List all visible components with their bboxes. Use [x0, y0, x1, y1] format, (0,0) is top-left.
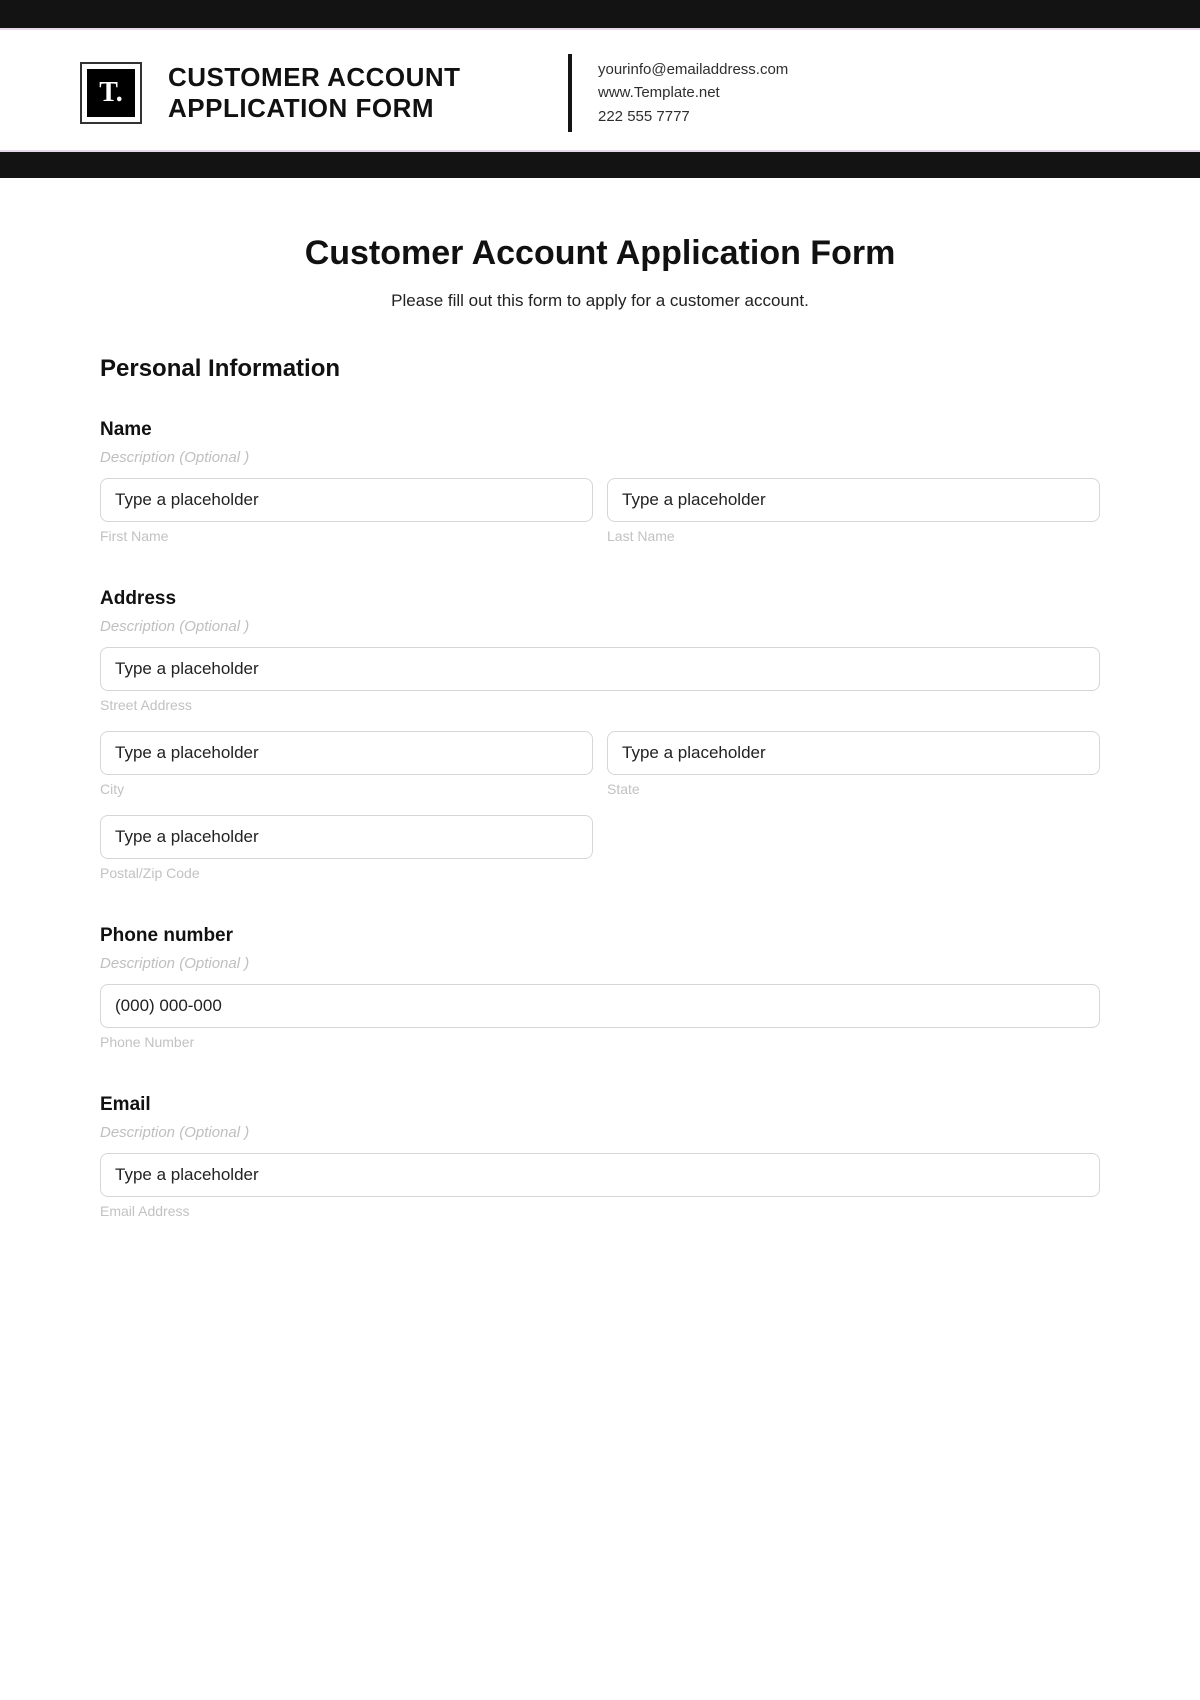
postal-code-input[interactable] — [100, 815, 593, 859]
top-black-bar — [0, 0, 1200, 28]
section-personal-information: Personal Information — [100, 355, 1100, 383]
phone-label: Phone number — [100, 925, 1100, 947]
city-sublabel: City — [100, 781, 593, 797]
field-name: Name Description (Optional ) First Name … — [100, 419, 1100, 544]
contact-block: yourinfo@emailaddress.com www.Template.n… — [598, 58, 788, 128]
street-address-sublabel: Street Address — [100, 697, 1100, 713]
email-sublabel: Email Address — [100, 1203, 1100, 1219]
last-name-input[interactable] — [607, 478, 1100, 522]
last-name-sublabel: Last Name — [607, 528, 1100, 544]
postal-code-sublabel: Postal/Zip Code — [100, 865, 593, 881]
first-name-sublabel: First Name — [100, 528, 593, 544]
city-input[interactable] — [100, 731, 593, 775]
contact-email: yourinfo@emailaddress.com — [598, 58, 788, 81]
phone-description: Description (Optional ) — [100, 955, 1100, 972]
contact-website: www.Template.net — [598, 81, 788, 104]
first-name-input[interactable] — [100, 478, 593, 522]
form-body: Customer Account Application Form Please… — [0, 178, 1200, 1283]
phone-number-input[interactable] — [100, 984, 1100, 1028]
field-address: Address Description (Optional ) Street A… — [100, 588, 1100, 881]
name-label: Name — [100, 419, 1100, 441]
field-phone: Phone number Description (Optional ) Pho… — [100, 925, 1100, 1050]
letterhead: T. CUSTOMER ACCOUNT APPLICATION FORM you… — [0, 30, 1200, 150]
page-subtitle: Please fill out this form to apply for a… — [100, 291, 1100, 311]
address-description: Description (Optional ) — [100, 618, 1100, 635]
vertical-separator — [568, 54, 572, 132]
field-email: Email Description (Optional ) Email Addr… — [100, 1094, 1100, 1219]
brand-logo: T. — [80, 62, 142, 124]
name-description: Description (Optional ) — [100, 449, 1100, 466]
letterhead-title: CUSTOMER ACCOUNT APPLICATION FORM — [168, 62, 508, 124]
contact-phone: 222 555 7777 — [598, 105, 788, 128]
email-address-input[interactable] — [100, 1153, 1100, 1197]
state-sublabel: State — [607, 781, 1100, 797]
phone-sublabel: Phone Number — [100, 1034, 1100, 1050]
street-address-input[interactable] — [100, 647, 1100, 691]
email-label: Email — [100, 1094, 1100, 1116]
state-input[interactable] — [607, 731, 1100, 775]
page-title: Customer Account Application Form — [100, 234, 1100, 273]
address-label: Address — [100, 588, 1100, 610]
brand-logo-text: T. — [87, 69, 135, 117]
mid-black-band — [0, 152, 1200, 178]
email-description: Description (Optional ) — [100, 1124, 1100, 1141]
